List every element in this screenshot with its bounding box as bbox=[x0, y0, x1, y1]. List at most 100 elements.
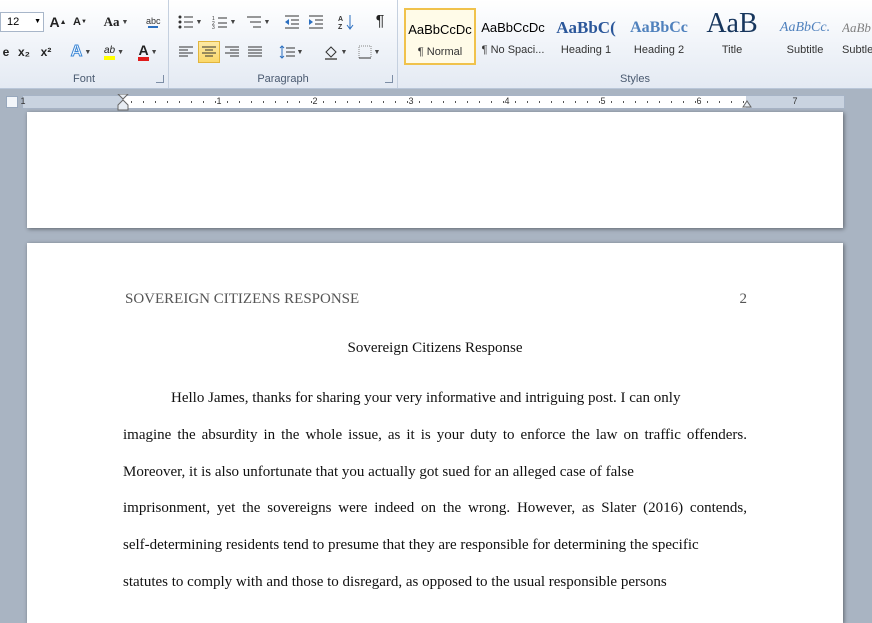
ruler-number: 5 bbox=[600, 96, 606, 106]
chevron-down-icon: ▼ bbox=[296, 48, 304, 56]
svg-text:abc: abc bbox=[146, 16, 161, 26]
page-2[interactable]: SOVEREIGN CITIZENS RESPONSE 2 Sovereign … bbox=[27, 243, 843, 623]
ruler-tick bbox=[311, 101, 312, 103]
bullets-button[interactable]: ▼ bbox=[175, 11, 205, 33]
ruler-tick bbox=[251, 101, 252, 103]
line-spacing-button[interactable]: ▼ bbox=[275, 41, 307, 63]
ruler-tick bbox=[611, 101, 612, 103]
ruler-number: 4 bbox=[504, 96, 510, 106]
ruler-tick bbox=[371, 101, 372, 103]
sort-button[interactable]: AZ bbox=[335, 11, 357, 33]
ruler-tick bbox=[467, 101, 468, 103]
align-left-button[interactable] bbox=[175, 41, 197, 63]
ruler-tick bbox=[227, 101, 228, 103]
borders-button[interactable]: ▼ bbox=[353, 41, 385, 63]
ruler-tick bbox=[335, 101, 336, 103]
chevron-down-icon: ▼ bbox=[340, 48, 348, 56]
align-left-icon bbox=[179, 46, 193, 57]
ruler-tick bbox=[647, 101, 648, 103]
increase-indent-button[interactable] bbox=[305, 11, 327, 33]
ruler-tick bbox=[623, 101, 624, 103]
page-1-bottom[interactable] bbox=[27, 112, 843, 228]
ruler-tick bbox=[443, 101, 444, 103]
ruler-tick bbox=[731, 101, 732, 103]
ruler-tick bbox=[263, 101, 264, 103]
font-color-button[interactable]: A ▼ bbox=[132, 41, 164, 63]
style-no-spacing[interactable]: AaBbCcDc ¶ No Spaci... bbox=[477, 8, 549, 65]
highlighter-icon: ab bbox=[103, 45, 116, 60]
strikethrough-button[interactable]: e bbox=[0, 41, 12, 63]
ruler-tick bbox=[419, 101, 420, 103]
chevron-down-icon: ▼ bbox=[373, 48, 381, 56]
shading-button[interactable]: ▼ bbox=[319, 41, 351, 63]
ruler-number: 1 bbox=[20, 96, 26, 106]
ruler-number: 2 bbox=[312, 96, 318, 106]
subscript-button[interactable]: x₂ bbox=[14, 41, 34, 63]
clear-formatting-button[interactable]: abc bbox=[142, 11, 164, 33]
numbered-list-icon: 123 bbox=[212, 16, 227, 29]
font-group-label: Font bbox=[72, 73, 95, 85]
chevron-down-icon[interactable]: ▼ bbox=[34, 13, 41, 31]
right-indent-marker-icon[interactable] bbox=[742, 98, 752, 108]
change-case-button[interactable]: Aa ▼ bbox=[100, 11, 132, 33]
decrease-indent-icon bbox=[285, 15, 299, 29]
chevron-down-icon: ▼ bbox=[117, 48, 125, 56]
ruler-tick bbox=[527, 101, 528, 103]
ruler-tick bbox=[503, 101, 504, 103]
align-center-button[interactable] bbox=[198, 41, 220, 63]
ruler-tick bbox=[539, 101, 540, 103]
document-title: Sovereign Citizens Response bbox=[347, 340, 523, 356]
bullet-list-icon bbox=[178, 15, 193, 29]
ruler-tick bbox=[323, 101, 324, 103]
ruler-tick bbox=[563, 101, 564, 103]
justify-button[interactable] bbox=[244, 41, 266, 63]
ruler-tick bbox=[587, 101, 588, 103]
chevron-down-icon: ▼ bbox=[263, 18, 271, 26]
ruler-number: 7 bbox=[792, 96, 798, 106]
align-right-button[interactable] bbox=[221, 41, 243, 63]
shrink-font-button[interactable]: A ▼ bbox=[70, 11, 90, 33]
grow-font-button[interactable]: A ▲ bbox=[48, 11, 68, 33]
text-effects-button[interactable]: A ▼ bbox=[66, 41, 96, 63]
text-effects-icon: A bbox=[70, 43, 83, 61]
show-hide-marks-button[interactable]: ¶ bbox=[369, 11, 391, 33]
indent-marker-icon[interactable] bbox=[117, 94, 129, 112]
borders-icon bbox=[358, 45, 372, 59]
body-line: statutes to comply with and those to dis… bbox=[123, 574, 667, 590]
decrease-indent-button[interactable] bbox=[281, 11, 303, 33]
horizontal-ruler[interactable]: 1 1 2 3 4 5 6 7 bbox=[20, 94, 845, 112]
style-heading-1[interactable]: AaBbC( Heading 1 bbox=[550, 8, 622, 65]
style-normal[interactable]: AaBbCcDc ¶ Normal bbox=[404, 8, 476, 65]
ruler-tick bbox=[347, 101, 348, 103]
ruler-tick bbox=[575, 101, 576, 103]
multilevel-list-button[interactable]: ▼ bbox=[243, 11, 273, 33]
ruler-tick bbox=[383, 101, 384, 103]
ruler-tick bbox=[407, 101, 408, 103]
styles-group-label: Styles bbox=[620, 73, 650, 85]
paragraph-group: ▼ 1 2 3 ▼ ▼ AZ ¶ ▼ ▼ ▼ Paragraph bbox=[169, 0, 398, 88]
paragraph-dialog-launcher-icon[interactable] bbox=[385, 75, 393, 83]
pilcrow-icon: ¶ bbox=[375, 13, 385, 30]
ruler-tick bbox=[203, 101, 204, 103]
style-subtle-emphasis[interactable]: AaBb Subtle bbox=[842, 8, 872, 65]
ruler-tick bbox=[683, 101, 684, 103]
highlight-color-button[interactable]: ab ▼ bbox=[98, 41, 130, 63]
numbering-button[interactable]: 1 2 3 ▼ bbox=[209, 11, 239, 33]
ruler-tick bbox=[167, 101, 168, 103]
style-subtitle[interactable]: AaBbCc. Subtitle bbox=[769, 8, 841, 65]
font-size-box[interactable]: 12 ▼ bbox=[0, 12, 44, 32]
font-dialog-launcher-icon[interactable] bbox=[156, 75, 164, 83]
svg-text:A: A bbox=[338, 16, 343, 23]
style-heading-2[interactable]: AaBbCc Heading 2 bbox=[623, 8, 695, 65]
ribbon: 12 ▼ A ▲ A ▼ Aa ▼ abc e x₂ x² A ▼ ab ▼ A… bbox=[0, 0, 872, 89]
superscript-button[interactable]: x² bbox=[36, 41, 56, 63]
style-title[interactable]: AaB Title bbox=[696, 8, 768, 65]
ruler-tick bbox=[359, 101, 360, 103]
tab-selector[interactable] bbox=[6, 96, 18, 108]
ruler-tick bbox=[743, 101, 744, 103]
ruler-number: 1 bbox=[216, 96, 222, 106]
paragraph-group-label: Paragraph bbox=[257, 73, 309, 85]
ruler-tick bbox=[599, 101, 600, 103]
svg-text:3: 3 bbox=[212, 25, 215, 29]
ruler-tick bbox=[131, 101, 132, 103]
